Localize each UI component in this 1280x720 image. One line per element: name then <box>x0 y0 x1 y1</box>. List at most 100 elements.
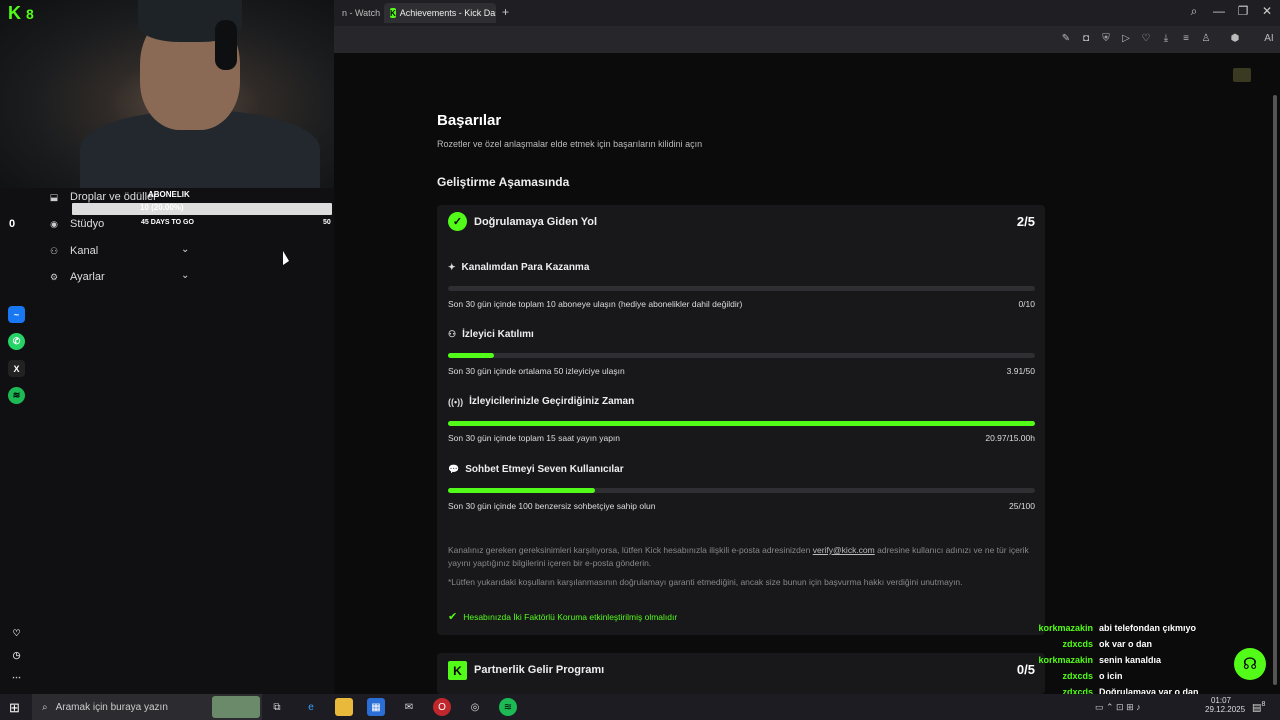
check-icon: ✔ <box>448 611 458 623</box>
note-text: Kanalınız gereken gereksinimleri karşılı… <box>448 545 811 555</box>
achievement-desc: Son 30 gün içinde toplam 15 saat yayın y… <box>448 433 621 443</box>
support-chat-button[interactable]: ☊ <box>1234 648 1266 680</box>
chat-username: korkmazakin <box>1038 623 1093 633</box>
edge-icon[interactable]: e <box>302 698 320 716</box>
verify-email-link[interactable]: verify@kick.com <box>813 545 875 555</box>
play-icon[interactable]: ▷ <box>1119 33 1133 44</box>
progress-fill <box>448 421 1035 426</box>
ai-button[interactable]: AI <box>1260 33 1278 44</box>
achievement-title-text: İzleyici Katılımı <box>462 329 534 340</box>
kick-tab-icon: K <box>390 8 396 18</box>
achievement-value: 20.97/15.00h <box>985 433 1035 443</box>
scrollbar[interactable] <box>1273 95 1277 685</box>
verified-badge-icon: ✓ <box>448 212 467 231</box>
mouse-cursor <box>283 251 289 265</box>
progress-fill <box>448 488 595 493</box>
obs-icon[interactable]: ◎ <box>466 698 484 716</box>
search-tabs-icon[interactable]: ⌕ <box>1183 4 1205 19</box>
sidebar-item-label: Stüdyo <box>70 218 105 230</box>
clock[interactable]: 01:07 29.12.2025 <box>1205 696 1246 714</box>
store-icon[interactable]: ▦ <box>367 698 385 716</box>
sidebar-item-label: Kanal <box>70 245 99 257</box>
card-title: Doğrulamaya Giden Yol <box>474 216 598 228</box>
minimize-button[interactable]: — <box>1208 4 1230 18</box>
clock-date: 29.12.2025 <box>1205 705 1246 714</box>
shield-icon[interactable]: ⛨ <box>1099 33 1113 44</box>
viewer-count: 8 <box>26 6 34 22</box>
achievement-value: 3.91/50 <box>1006 366 1035 376</box>
whatsapp-icon[interactable]: ✆ <box>8 333 25 350</box>
heart-icon[interactable]: ♡ <box>1139 33 1153 44</box>
chat-username: korkmazakin <box>1038 655 1093 665</box>
spotify-taskbar-icon[interactable]: ≋ <box>499 698 517 716</box>
tab-watch[interactable]: n - Watch Li <box>336 3 382 23</box>
camera-icon: ◉ <box>50 218 58 229</box>
screenshot-icon[interactable]: ◘ <box>1079 33 1093 44</box>
history-icon[interactable]: ◷ <box>8 647 25 664</box>
kick-logo-text: K <box>8 3 21 23</box>
avatar[interactable] <box>1233 68 1251 82</box>
task-view-icon[interactable]: ⧉ <box>268 698 286 716</box>
sidebar-item-drops[interactable]: ⬓ Droplar ve ödüller <box>48 191 157 203</box>
kick-logo-icon: K <box>448 661 467 680</box>
chat-text: ok var o dan <box>1099 639 1153 649</box>
sub-goal-days: 45 DAYS TO GO <box>141 219 194 226</box>
search-icon: ⌕ <box>42 701 48 713</box>
windows-start-icon[interactable]: ⊞ <box>9 700 20 716</box>
channel-icon: ⚇ <box>49 245 59 256</box>
achievement-title: ⚇ İzleyici Katılımı <box>448 329 534 340</box>
progress-bar <box>448 488 1035 493</box>
tab-achievements[interactable]: K Achievements - Kick Dash <box>384 3 496 23</box>
extension-icon[interactable]: ⬢ <box>1228 33 1242 44</box>
spotify-icon[interactable]: ≋ <box>8 387 25 404</box>
heart-icon[interactable]: ♡ <box>8 625 25 642</box>
achievement-desc: Son 30 gün içinde ortalama 50 izleyiciye… <box>448 366 625 376</box>
section-title: Geliştirme Aşamasında <box>437 175 570 189</box>
progress-bar <box>448 353 1035 358</box>
close-button[interactable]: ✕ <box>1256 4 1278 18</box>
opera-icon[interactable]: O <box>433 698 451 716</box>
chat-message: korkmazakin abi telefondan çıkmıyo <box>1033 623 1196 633</box>
notification-icon[interactable]: ▤8 <box>1252 701 1265 713</box>
profile-icon[interactable]: ♙ <box>1199 33 1213 44</box>
headphone <box>215 20 237 70</box>
tab-label: Achievements - Kick Dash <box>399 8 496 18</box>
edit-icon[interactable]: ✎ <box>1059 33 1073 44</box>
file-explorer-icon[interactable] <box>335 698 353 716</box>
sidebar-item-channel[interactable]: ⚇ Kanal <box>48 245 98 257</box>
gift-icon: ⬓ <box>49 191 59 202</box>
mail-icon[interactable]: ✉ <box>400 698 418 716</box>
sidebar-item-studio[interactable]: ◉ Stüdyo <box>48 218 104 230</box>
chat-text: abi telefondan çıkmıyo <box>1099 623 1197 633</box>
chat-text: o icin <box>1099 671 1123 681</box>
chevron-down-icon[interactable]: ⌄ <box>181 244 189 255</box>
sub-goal-target: 50 <box>323 219 331 226</box>
two-factor-text: Hesabınızda İki Faktörlü Koruma etkinleş… <box>463 611 678 622</box>
sparkle-icon: ✦ <box>448 262 456 272</box>
x-icon[interactable]: X <box>8 360 25 377</box>
webcam-overlay <box>0 0 334 188</box>
tray-icons[interactable]: ▭ ⌃ ⊡ ⊞ ♪ <box>1095 702 1141 713</box>
achievement-desc: Son 30 gün içinde 100 benzersiz sohbetçi… <box>448 501 656 511</box>
messenger-icon[interactable]: ~ <box>8 306 25 323</box>
notification-count: 8 <box>1261 701 1266 708</box>
two-factor-requirement: ✔ Hesabınızda İki Faktörlü Koruma etkinle… <box>448 610 677 623</box>
menu-icon[interactable]: ≡ <box>1179 33 1193 44</box>
sidebar-item-label: Ayarlar <box>70 271 105 283</box>
more-icon[interactable]: ⋯ <box>8 669 25 686</box>
progress-bar <box>448 286 1035 291</box>
sidebar-item-settings[interactable]: ⚙ Ayarlar <box>48 271 105 283</box>
achievement-value: 25/100 <box>1009 501 1035 511</box>
achievement-value: 0/10 <box>1018 299 1035 309</box>
clock-time: 01:07 <box>1210 696 1232 705</box>
download-icon[interactable]: ⤓ <box>1159 33 1173 44</box>
users-icon: ⚇ <box>448 329 457 339</box>
sidebar-item-label: Droplar ve ödüller <box>70 191 157 203</box>
chevron-down-icon[interactable]: ⌄ <box>181 270 189 281</box>
broadcast-icon: ((•)) <box>448 396 464 407</box>
progress-bar <box>448 421 1035 426</box>
page-subtitle: Rozetler ve özel anlaşmalar elde etmek i… <box>437 139 703 149</box>
sub-goal-bar <box>72 203 332 215</box>
maximize-button[interactable]: ❐ <box>1232 4 1254 18</box>
new-tab-button[interactable]: + <box>502 5 509 19</box>
